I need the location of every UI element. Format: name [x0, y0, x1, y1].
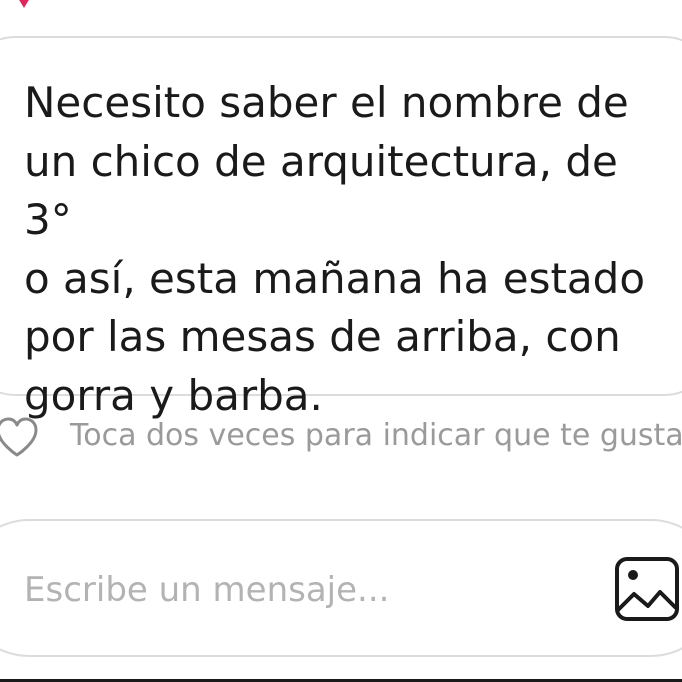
like-row: Toca dos veces para indicar que te gusta [0, 412, 682, 462]
message-text: Necesito saber el nombre de un chico de … [24, 78, 646, 420]
image-gallery-icon[interactable] [614, 556, 680, 622]
chat-screen: Necesito saber el nombre de un chico de … [0, 0, 682, 682]
double-tap-like-hint: Toca dos veces para indicar que te gusta [70, 418, 682, 453]
reaction-marker-icon [12, 0, 36, 8]
message-input[interactable] [24, 566, 584, 614]
heart-outline-icon[interactable] [0, 415, 40, 459]
